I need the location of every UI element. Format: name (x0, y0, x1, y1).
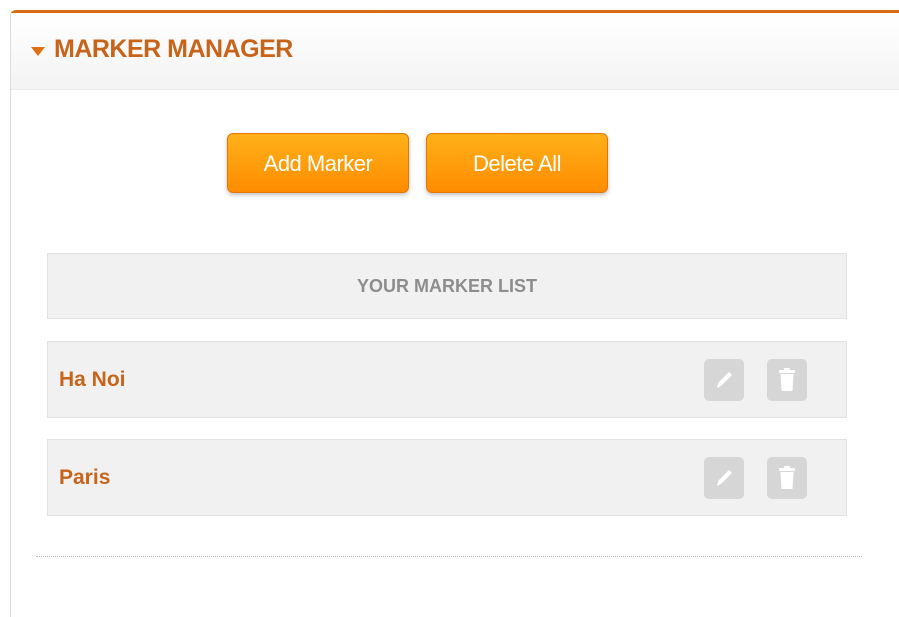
edit-marker-button[interactable] (704, 359, 744, 401)
trash-icon (779, 466, 795, 489)
list-item: Ha Noi (47, 341, 847, 418)
list-item: Paris (47, 439, 847, 516)
edit-marker-button[interactable] (704, 457, 744, 499)
panel-header[interactable]: MARKER MANAGER (11, 13, 899, 90)
marker-list-header: YOUR MARKER LIST (47, 253, 847, 319)
divider (36, 556, 862, 557)
trash-icon (779, 368, 795, 391)
delete-marker-button[interactable] (767, 359, 807, 401)
caret-down-icon[interactable] (31, 47, 45, 56)
marker-name: Paris (59, 466, 111, 489)
panel-title: MARKER MANAGER (54, 35, 293, 63)
add-marker-button[interactable]: Add Marker (227, 133, 409, 193)
delete-all-button[interactable]: Delete All (426, 133, 608, 193)
pencil-icon (717, 372, 732, 388)
marker-name: Ha Noi (59, 368, 126, 391)
pencil-icon (717, 470, 732, 486)
delete-marker-button[interactable] (767, 457, 807, 499)
